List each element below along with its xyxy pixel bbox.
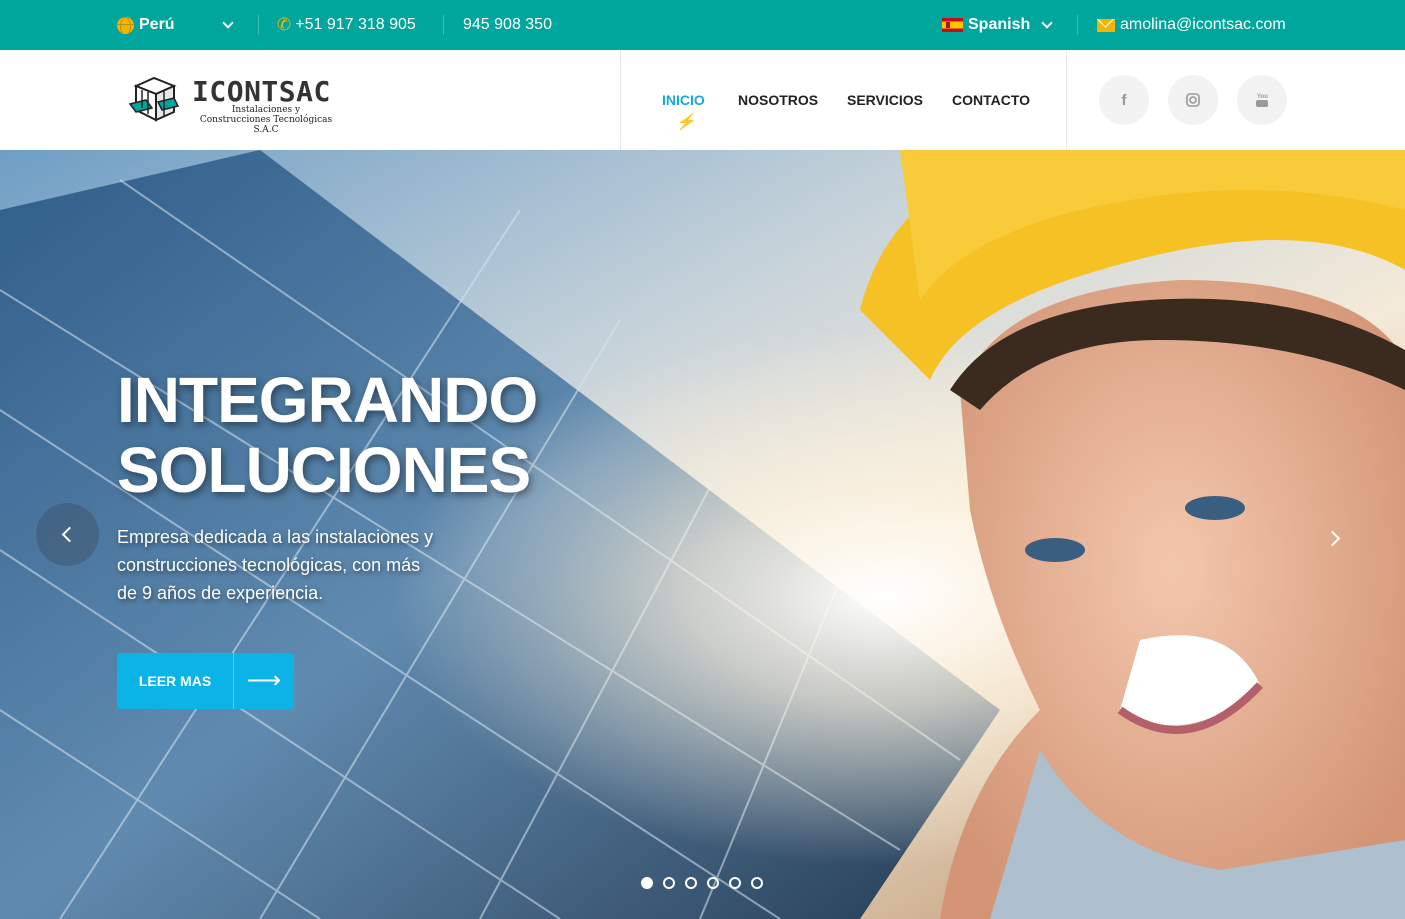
divider (1077, 15, 1078, 35)
slider-dot[interactable] (751, 877, 763, 889)
phone-secondary[interactable]: 945 908 350 (463, 0, 552, 50)
slider-dot[interactable] (707, 877, 719, 889)
nav-servicios[interactable]: SERVICIOS (847, 92, 923, 108)
slider-dot[interactable] (685, 877, 697, 889)
arrow-right-icon: ⟶ (246, 667, 282, 694)
chevron-right-icon (1324, 530, 1340, 546)
email-link[interactable]: amolina@icontsac.com (1097, 0, 1286, 50)
chevron-left-icon (61, 526, 78, 543)
country-label: Perú (139, 16, 175, 33)
divider (443, 15, 444, 35)
site-logo[interactable]: ICONTSAC Instalaciones y Construcciones … (128, 74, 343, 135)
hero-slider: INTEGRANDO SOLUCIONES Empresa dedicada a… (0, 150, 1405, 919)
facebook-icon[interactable]: f (1099, 75, 1149, 125)
site-header: ICONTSAC Instalaciones y Construcciones … (0, 50, 1405, 150)
hero-title-line-2: SOLUCIONES (117, 434, 531, 506)
phone-number-2: 945 908 350 (463, 16, 552, 33)
slider-pagination (641, 877, 763, 889)
logo-cube-icon (128, 76, 180, 122)
phone-icon: ✆ (277, 15, 292, 34)
slider-dot[interactable] (641, 877, 653, 889)
country-selector[interactable]: Perú (117, 0, 175, 50)
logo-title: ICONTSAC (192, 75, 331, 108)
nav-inicio[interactable]: INICIO (662, 92, 705, 108)
slider-dot[interactable] (729, 877, 741, 889)
language-label: Spanish (968, 16, 1031, 33)
slider-dot[interactable] (663, 877, 675, 889)
hero-title-line-1: INTEGRANDO (117, 364, 538, 436)
hero-description: Empresa dedicada a las instalaciones y c… (117, 527, 434, 603)
active-nav-bolt-icon: ⚡ (675, 114, 699, 131)
instagram-icon[interactable] (1168, 75, 1218, 125)
slider-next-button[interactable] (1322, 526, 1346, 550)
globe-icon (117, 16, 134, 34)
divider (1066, 50, 1067, 150)
nav-nosotros[interactable]: NOSOTROS (738, 92, 818, 108)
svg-text:You: You (1257, 94, 1268, 100)
language-selector[interactable]: Spanish (942, 0, 1030, 50)
divider (620, 50, 621, 150)
spain-flag-icon (942, 18, 963, 32)
divider (258, 15, 259, 35)
country-dropdown-chevron-icon[interactable] (222, 0, 234, 50)
email-address: amolina@icontsac.com (1120, 16, 1286, 33)
logo-subtitle: Instalaciones y Construcciones Tecnológi… (199, 105, 333, 135)
hero-title: INTEGRANDO SOLUCIONES (117, 365, 597, 505)
mail-icon (1097, 18, 1115, 32)
phone-number-1: +51 917 318 905 (295, 16, 416, 33)
top-bar: Perú ✆ +51 917 318 905 945 908 350 Spani… (0, 0, 1405, 50)
youtube-icon[interactable]: You (1237, 75, 1287, 125)
read-more-button[interactable]: LEER MAS ⟶ (117, 653, 294, 709)
nav-contacto[interactable]: CONTACTO (952, 92, 1030, 108)
language-dropdown-chevron-icon[interactable] (1041, 0, 1053, 50)
slider-prev-button[interactable] (36, 503, 99, 566)
read-more-label: LEER MAS (138, 673, 212, 689)
phone-primary[interactable]: ✆ +51 917 318 905 (277, 0, 416, 50)
